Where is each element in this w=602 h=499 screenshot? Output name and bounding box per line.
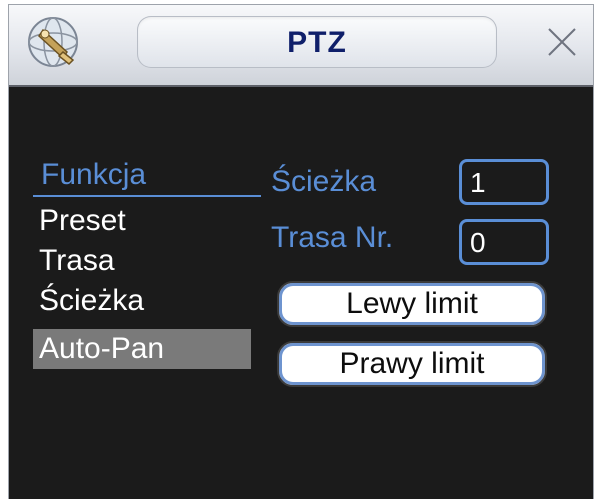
title-bar: PTZ xyxy=(9,5,593,87)
menu-item-auto-pan[interactable]: Auto-Pan xyxy=(33,329,251,369)
menu-item-trasa[interactable]: Trasa xyxy=(33,241,251,281)
globe-camera-logo-icon xyxy=(23,12,83,72)
window-title: PTZ xyxy=(137,16,497,68)
path-number-input[interactable]: 1 xyxy=(459,159,549,205)
left-limit-button[interactable]: Lewy limit xyxy=(277,281,547,327)
right-limit-button[interactable]: Prawy limit xyxy=(277,341,547,387)
menu-item-sciezka[interactable]: Ścieżka xyxy=(33,281,251,321)
route-number-input[interactable]: 0 xyxy=(459,219,549,265)
route-number-label: Trasa Nr. xyxy=(271,221,394,254)
close-icon[interactable] xyxy=(545,25,579,59)
function-menu: Funkcja Preset Trasa Ścieżka Auto-Pan xyxy=(33,157,261,369)
menu-item-preset[interactable]: Preset xyxy=(33,201,251,241)
menu-header: Funkcja xyxy=(33,157,261,197)
path-label: Ścieżka xyxy=(271,165,377,198)
ptz-window: PTZ Funkcja Preset Trasa Ścieżka Auto-Pa… xyxy=(8,4,594,499)
